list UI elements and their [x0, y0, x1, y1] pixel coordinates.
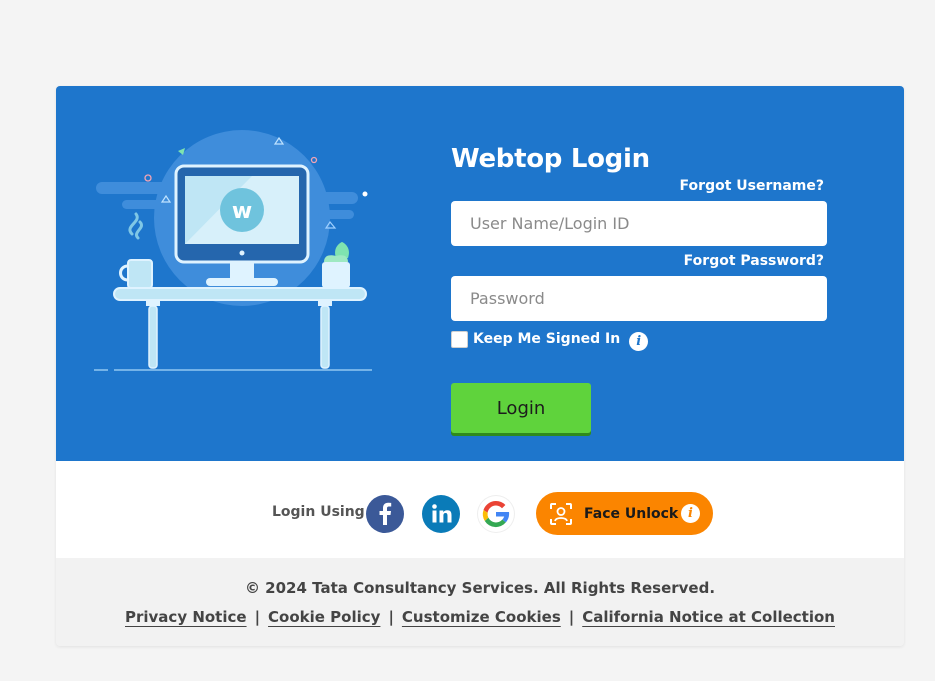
face-unlock-button[interactable]: Face Unlock i — [536, 492, 713, 535]
california-notice-link[interactable]: California Notice at Collection — [582, 608, 835, 626]
login-card: w Webtop Login Forgot Username? Forgot P… — [56, 86, 904, 646]
google-icon — [482, 500, 510, 528]
username-input[interactable] — [451, 201, 827, 246]
linkedin-login-button[interactable] — [422, 495, 460, 533]
password-input[interactable] — [451, 276, 827, 321]
privacy-notice-link[interactable]: Privacy Notice — [125, 608, 247, 626]
face-unlock-label: Face Unlock — [584, 505, 679, 522]
login-title: Webtop Login — [451, 144, 650, 174]
facebook-login-button[interactable] — [366, 495, 404, 533]
footer-links: Privacy Notice | Cookie Policy | Customize C… — [56, 608, 904, 626]
linkedin-icon — [432, 504, 452, 523]
info-icon[interactable]: i — [629, 331, 649, 351]
keep-signed-in-row: Keep Me Signed In i — [451, 328, 649, 351]
login-hero-panel: w Webtop Login Forgot Username? Forgot P… — [56, 86, 904, 461]
face-unlock-info-icon[interactable]: i — [681, 504, 700, 523]
forgot-username-link[interactable]: Forgot Username? — [680, 178, 824, 194]
copyright-text: © 2024 Tata Consultancy Services. All Ri… — [244, 579, 716, 597]
keep-signed-in-label[interactable]: Keep Me Signed In — [473, 331, 620, 347]
footer-separator: | — [388, 608, 394, 626]
face-scan-icon — [550, 502, 572, 525]
desk-computer-illustration: w — [94, 130, 372, 371]
footer-separator: | — [568, 608, 575, 626]
customize-cookies-link[interactable]: Customize Cookies — [402, 608, 561, 626]
footer-separator: | — [254, 608, 261, 626]
page-footer: © 2024 Tata Consultancy Services. All Ri… — [56, 558, 904, 646]
google-login-button[interactable] — [477, 495, 515, 533]
forgot-password-link[interactable]: Forgot Password? — [684, 253, 824, 269]
cookie-policy-link[interactable]: Cookie Policy — [268, 608, 380, 626]
login-using-label: Login Using — [272, 504, 365, 520]
social-login-bar: Login Using Face Unlock i — [56, 461, 904, 558]
login-button[interactable]: Login — [451, 383, 591, 433]
keep-signed-in-checkbox[interactable] — [451, 330, 468, 348]
svg-text:w: w — [232, 199, 252, 224]
facebook-icon — [379, 502, 392, 525]
